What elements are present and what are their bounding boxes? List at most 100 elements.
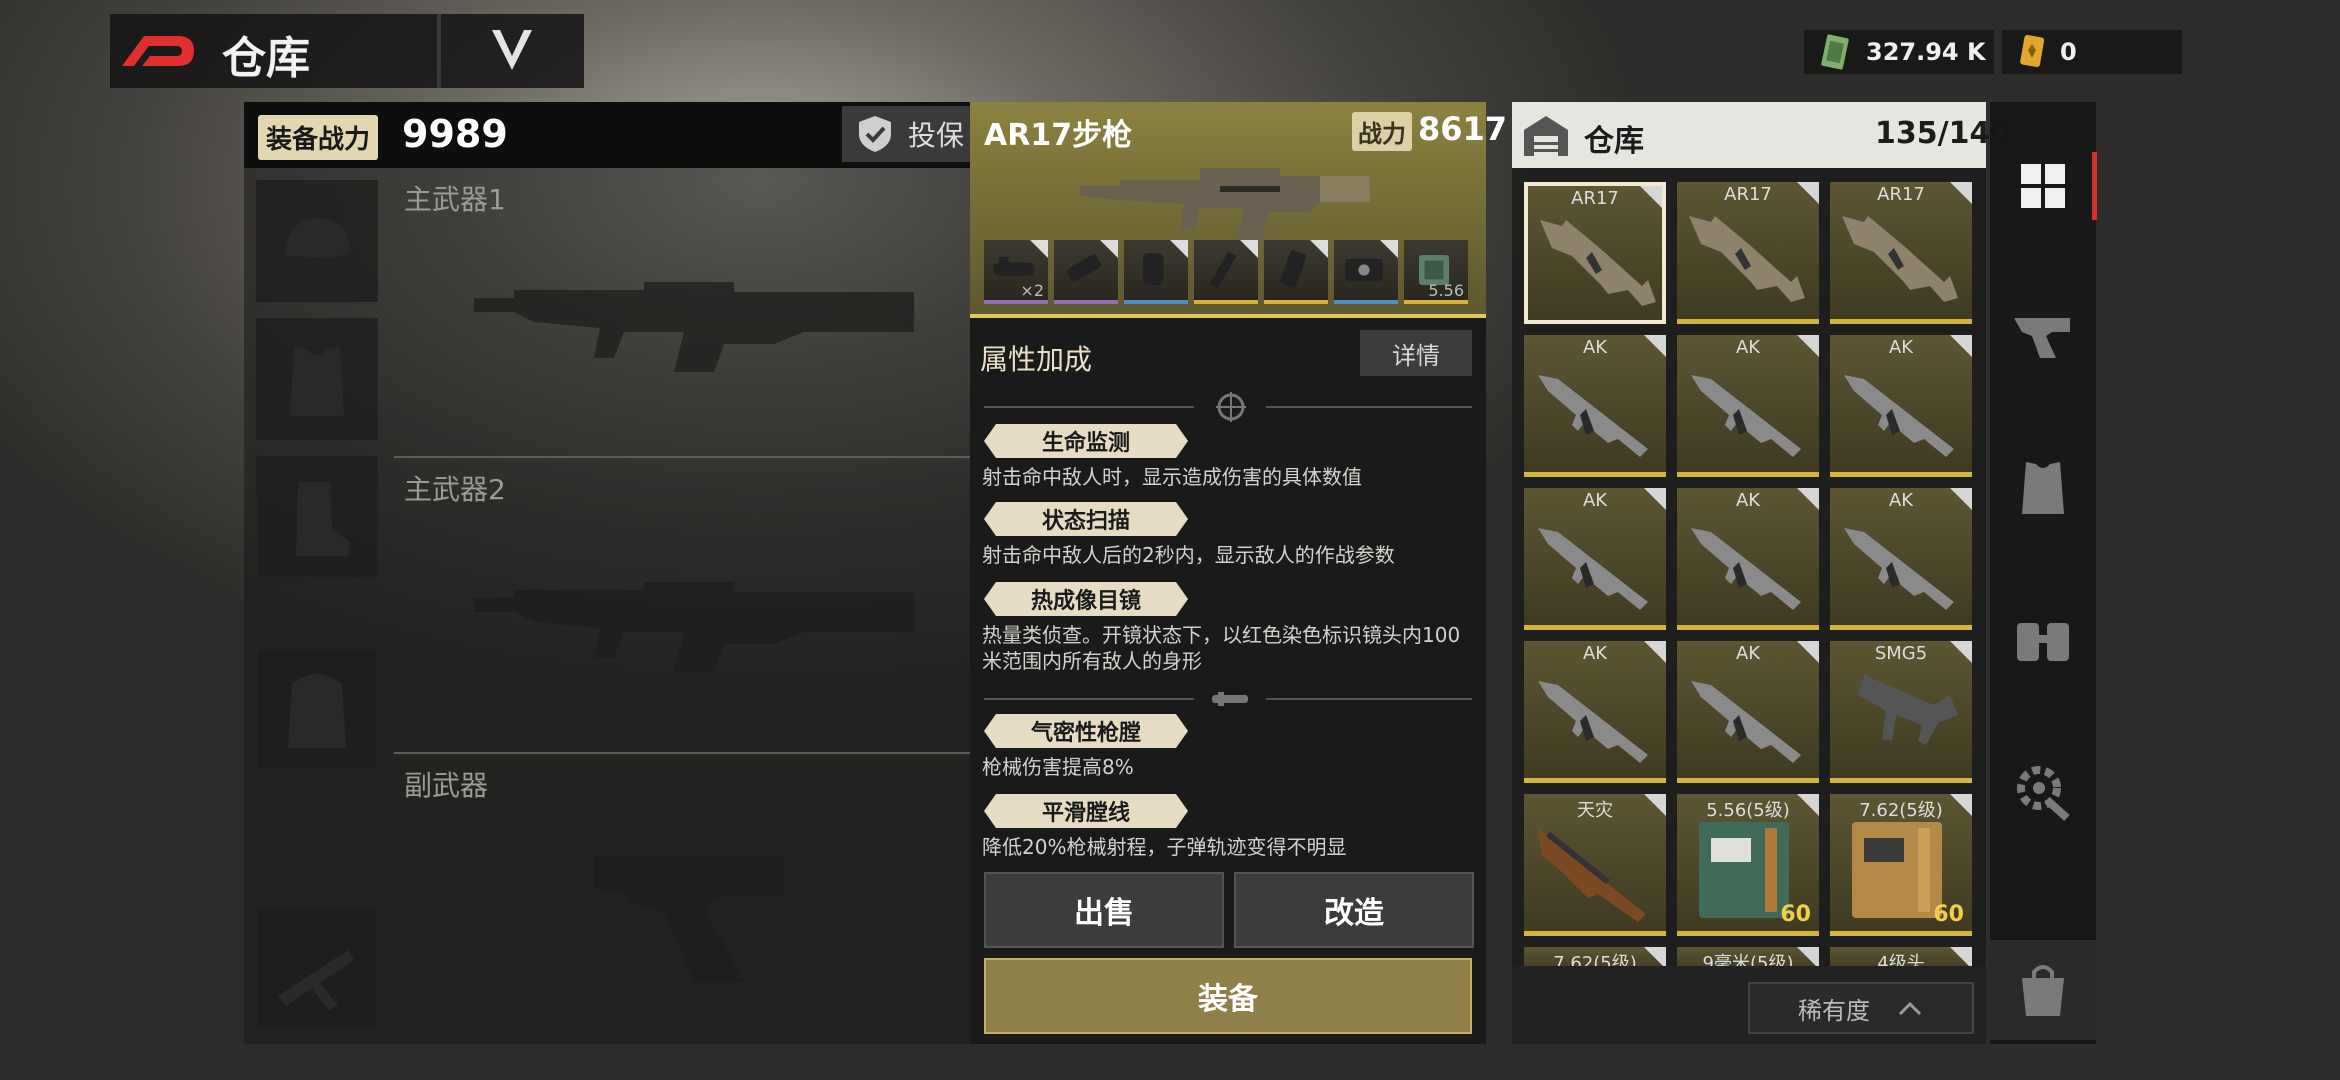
attachment-slot[interactable] — [1054, 240, 1118, 304]
pouch-icon — [2017, 623, 2069, 661]
details-button[interactable]: 详情 — [1360, 330, 1472, 376]
attachment-slot[interactable] — [1124, 240, 1188, 304]
gear-wrench-icon — [2017, 766, 2070, 821]
corner-marker — [1644, 335, 1666, 357]
armor-slot[interactable] — [256, 318, 378, 440]
weapon-power-value: 8617 — [1418, 110, 1508, 148]
backpack-slot[interactable] — [256, 648, 378, 770]
tab-mods[interactable] — [1990, 742, 2096, 842]
vest-icon — [2022, 462, 2064, 514]
tab-attachments[interactable] — [1990, 590, 2096, 690]
slot-divider — [394, 752, 974, 754]
rifle-ak-icon — [1538, 375, 1648, 457]
attachment-sub: 5.56 — [1428, 281, 1464, 300]
shopping-bag-icon — [2022, 965, 2064, 1016]
warehouse-item[interactable]: AK — [1830, 335, 1972, 477]
chevron-v-icon — [492, 30, 532, 70]
perk-tag: 气密性枪膛 — [984, 714, 1188, 748]
tab-all-items[interactable] — [1990, 136, 2096, 236]
attachment-slot[interactable] — [1264, 240, 1328, 304]
shield-check-icon — [859, 116, 891, 152]
wrench-tool-icon — [278, 950, 354, 1010]
boots-icon — [296, 482, 350, 556]
attachment-slot[interactable] — [1334, 240, 1398, 304]
primary-weapon-2-label: 主武器2 — [404, 473, 506, 506]
corner-marker — [1950, 335, 1972, 357]
insure-button[interactable]: 投保 — [842, 106, 982, 162]
rifle-ak-icon — [1538, 681, 1648, 763]
token-icon — [2020, 34, 2045, 68]
warehouse-item[interactable]: AK — [1830, 488, 1972, 630]
ar17-rifle-image — [1080, 168, 1370, 244]
warehouse-item[interactable]: AR17 — [1524, 182, 1666, 324]
rifle-ak-icon — [1538, 528, 1648, 610]
boots-slot[interactable] — [256, 456, 378, 578]
rifle-scar-icon — [1540, 220, 1656, 306]
insure-label: 投保 — [908, 119, 965, 152]
primary-weapon-1-slot[interactable]: 主武器1 — [394, 172, 974, 454]
warehouse-item[interactable]: AK — [1677, 488, 1819, 630]
modify-button[interactable]: 改造 — [1234, 872, 1474, 948]
secondary-weapon-slot[interactable]: 副武器 — [394, 758, 974, 1038]
item-count: 60 — [1933, 902, 1964, 927]
attribute-bonus-title: 属性加成 — [980, 343, 1093, 376]
primary-weapon-2-slot[interactable]: 主武器2 — [394, 462, 974, 750]
corner-marker — [1797, 488, 1819, 510]
warehouse-item[interactable]: AK — [1524, 488, 1666, 630]
section-divider — [1266, 698, 1472, 700]
warehouse-icon — [1524, 116, 1568, 156]
sort-rarity-dropdown[interactable]: 稀有度 — [1748, 982, 1974, 1034]
attachment-slot[interactable]: ×2 — [984, 240, 1048, 304]
tab-armor[interactable] — [1990, 438, 2096, 538]
warehouse-item[interactable]: AK — [1677, 641, 1819, 783]
section-divider — [984, 698, 1194, 700]
rifle-ak-icon — [1691, 375, 1801, 457]
corner-marker — [1950, 182, 1972, 204]
helmet-slot[interactable] — [256, 180, 378, 302]
category-tabs — [1990, 102, 2096, 1044]
melee-slot[interactable] — [256, 908, 378, 1030]
divider — [437, 14, 441, 88]
perk-tag: 状态扫描 — [984, 502, 1188, 536]
equip-button[interactable]: 装备 — [984, 958, 1472, 1034]
warehouse-item[interactable]: AR17 — [1830, 182, 1972, 324]
equipment-power-value: 9989 — [402, 112, 508, 156]
attachment-slot[interactable]: 5.56 — [1404, 240, 1468, 304]
corner-marker — [1797, 794, 1819, 816]
warehouse-item[interactable]: AR17 — [1677, 182, 1819, 324]
tab-weapons[interactable] — [1990, 286, 2096, 386]
warehouse-title: 仓库 — [1584, 124, 1644, 159]
menu-dropdown-button[interactable] — [490, 24, 534, 87]
rifle-scar-icon — [1689, 216, 1805, 302]
section-divider — [1266, 406, 1472, 408]
corner-marker — [1380, 240, 1398, 258]
sell-button[interactable]: 出售 — [984, 872, 1224, 948]
pistol-icon — [2014, 318, 2070, 358]
perk-desc: 降低20%枪械射程，子弹轨迹变得不明显 — [982, 835, 1347, 859]
corner-marker — [1797, 335, 1819, 357]
perk-tag: 热成像目镜 — [984, 582, 1188, 616]
warehouse-item[interactable]: 天灾 — [1524, 794, 1666, 936]
corner-marker — [1170, 240, 1188, 258]
corner-marker — [1240, 240, 1258, 258]
item-count: 60 — [1780, 902, 1811, 927]
rifle-ak-icon — [1691, 681, 1801, 763]
warehouse-item[interactable]: AK — [1677, 335, 1819, 477]
corner-marker — [1310, 240, 1328, 258]
warehouse-item[interactable]: AK — [1524, 335, 1666, 477]
corner-marker — [1640, 186, 1662, 208]
helmet-icon — [286, 218, 350, 258]
tab-shop[interactable] — [1990, 940, 2096, 1040]
barrel-icon — [1212, 692, 1248, 706]
corner-marker — [1100, 240, 1118, 258]
warehouse-item[interactable]: SMG5 — [1830, 641, 1972, 783]
section-divider — [984, 406, 1194, 408]
warehouse-item[interactable]: 7.62(5级) 60 — [1830, 794, 1972, 936]
warehouse-item[interactable]: 5.56(5级) 60 — [1677, 794, 1819, 936]
equipment-power-label: 装备战力 — [258, 115, 379, 160]
attachment-slot[interactable] — [1194, 240, 1258, 304]
token-value: 0 — [2060, 38, 2077, 66]
corner-marker — [1644, 488, 1666, 510]
corner-marker — [1030, 240, 1048, 258]
warehouse-item[interactable]: AK — [1524, 641, 1666, 783]
